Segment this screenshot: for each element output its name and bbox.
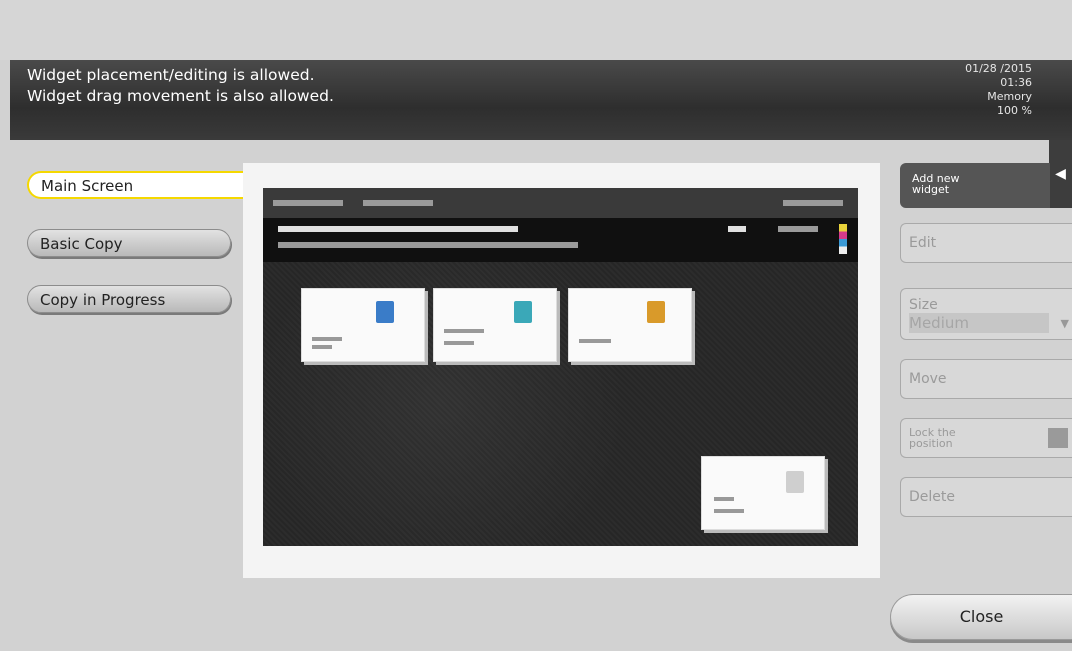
add-new-widget-button[interactable]: Add new widget (900, 163, 1050, 208)
size-label: Size (909, 297, 938, 313)
memory-label: Memory (987, 90, 1032, 103)
delete-label: Delete (909, 489, 955, 505)
tab-copy-in-progress[interactable]: Copy in Progress (27, 285, 231, 313)
lock-position-toggle[interactable]: Lock the position (900, 418, 1072, 458)
message-header: Widget placement/editing is allowed. Wid… (10, 60, 1072, 140)
widget-icon-blue (376, 301, 394, 323)
move-label: Move (909, 371, 947, 387)
memory-value: 100 % (997, 104, 1032, 117)
main-screen-preview (263, 188, 858, 546)
date: 01/28 /2015 (965, 62, 1032, 75)
status-message: Widget placement/editing is allowed. Wid… (27, 65, 334, 107)
preview-panel (243, 163, 880, 578)
lock-checkbox[interactable] (1048, 428, 1068, 448)
tab-main-screen-label: Main Screen (41, 177, 134, 195)
widget-icon-gray (786, 471, 804, 493)
time: 01:36 (1000, 76, 1032, 89)
tab-basic-copy[interactable]: Basic Copy (27, 229, 231, 257)
preview-widget-card-2[interactable] (433, 288, 557, 362)
edit-label: Edit (909, 235, 937, 251)
edit-button[interactable]: Edit (900, 223, 1072, 263)
add-widget-label-2: widget (912, 183, 950, 196)
preview-message-bar (263, 218, 858, 262)
device-status: 01/28 /2015 01:36 Memory 100 % (965, 62, 1032, 118)
delete-button[interactable]: Delete (900, 477, 1072, 517)
preview-top-bar (263, 188, 858, 218)
message-line-1: Widget placement/editing is allowed. (27, 66, 315, 84)
tab-main-screen[interactable]: Main Screen (27, 171, 247, 199)
widget-icon-orange (647, 301, 665, 323)
preview-widget-card-4[interactable] (701, 456, 825, 530)
chevron-down-icon: ▼ (1060, 317, 1069, 330)
widget-icon-teal (514, 301, 532, 323)
chevron-left-icon[interactable]: ◀ (1049, 140, 1072, 208)
close-button[interactable]: Close (890, 594, 1072, 640)
close-label: Close (959, 607, 1004, 626)
size-select[interactable]: Size Medium ▼ (900, 288, 1072, 340)
preview-widget-card-3[interactable] (568, 288, 692, 362)
tab-basic-copy-label: Basic Copy (40, 235, 123, 253)
size-value: Medium (909, 314, 969, 332)
move-button[interactable]: Move (900, 359, 1072, 399)
tab-copy-in-progress-label: Copy in Progress (40, 291, 166, 309)
preview-widget-card-1[interactable] (301, 288, 425, 362)
message-line-2: Widget drag movement is also allowed. (27, 87, 334, 105)
top-strip (0, 0, 1072, 60)
